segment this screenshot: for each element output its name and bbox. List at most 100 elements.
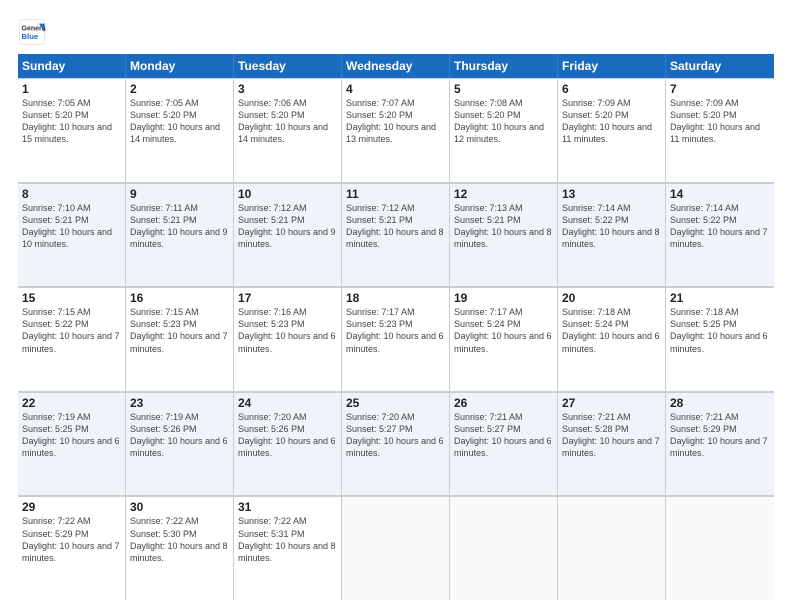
header-day-monday: Monday [126,54,234,78]
day-number: 19 [454,291,553,305]
day-number: 14 [670,187,770,201]
calendar-cell: 16Sunrise: 7:15 AM Sunset: 5:23 PM Dayli… [126,287,234,391]
cell-content: Sunrise: 7:21 AM Sunset: 5:28 PM Dayligh… [562,411,661,460]
day-number: 22 [22,396,121,410]
calendar-cell [558,496,666,600]
calendar-cell: 9Sunrise: 7:11 AM Sunset: 5:21 PM Daylig… [126,183,234,287]
day-number: 21 [670,291,770,305]
day-number: 3 [238,82,337,96]
cell-content: Sunrise: 7:08 AM Sunset: 5:20 PM Dayligh… [454,97,553,146]
day-number: 16 [130,291,229,305]
logo: General Blue [18,18,50,46]
calendar-cell: 5Sunrise: 7:08 AM Sunset: 5:20 PM Daylig… [450,78,558,182]
cell-content: Sunrise: 7:11 AM Sunset: 5:21 PM Dayligh… [130,202,229,251]
calendar-cell: 12Sunrise: 7:13 AM Sunset: 5:21 PM Dayli… [450,183,558,287]
calendar-cell: 21Sunrise: 7:18 AM Sunset: 5:25 PM Dayli… [666,287,774,391]
day-number: 18 [346,291,445,305]
calendar-cell: 18Sunrise: 7:17 AM Sunset: 5:23 PM Dayli… [342,287,450,391]
day-number: 31 [238,500,337,514]
calendar-cell: 20Sunrise: 7:18 AM Sunset: 5:24 PM Dayli… [558,287,666,391]
logo-icon: General Blue [18,18,46,46]
day-number: 27 [562,396,661,410]
day-number: 10 [238,187,337,201]
calendar-cell: 7Sunrise: 7:09 AM Sunset: 5:20 PM Daylig… [666,78,774,182]
cell-content: Sunrise: 7:22 AM Sunset: 5:29 PM Dayligh… [22,515,121,564]
calendar-cell [450,496,558,600]
day-number: 12 [454,187,553,201]
cell-content: Sunrise: 7:18 AM Sunset: 5:24 PM Dayligh… [562,306,661,355]
day-number: 17 [238,291,337,305]
day-number: 23 [130,396,229,410]
cell-content: Sunrise: 7:12 AM Sunset: 5:21 PM Dayligh… [238,202,337,251]
day-number: 25 [346,396,445,410]
calendar-cell [666,496,774,600]
calendar-cell: 22Sunrise: 7:19 AM Sunset: 5:25 PM Dayli… [18,392,126,496]
header-day-sunday: Sunday [18,54,126,78]
calendar-week-3: 15Sunrise: 7:15 AM Sunset: 5:22 PM Dayli… [18,287,774,392]
calendar-cell: 10Sunrise: 7:12 AM Sunset: 5:21 PM Dayli… [234,183,342,287]
calendar-cell: 27Sunrise: 7:21 AM Sunset: 5:28 PM Dayli… [558,392,666,496]
cell-content: Sunrise: 7:14 AM Sunset: 5:22 PM Dayligh… [670,202,770,251]
cell-content: Sunrise: 7:19 AM Sunset: 5:25 PM Dayligh… [22,411,121,460]
cell-content: Sunrise: 7:16 AM Sunset: 5:23 PM Dayligh… [238,306,337,355]
calendar-cell: 4Sunrise: 7:07 AM Sunset: 5:20 PM Daylig… [342,78,450,182]
cell-content: Sunrise: 7:09 AM Sunset: 5:20 PM Dayligh… [670,97,770,146]
calendar-cell: 23Sunrise: 7:19 AM Sunset: 5:26 PM Dayli… [126,392,234,496]
calendar-cell [342,496,450,600]
header-day-tuesday: Tuesday [234,54,342,78]
cell-content: Sunrise: 7:05 AM Sunset: 5:20 PM Dayligh… [130,97,229,146]
day-number: 30 [130,500,229,514]
calendar-week-2: 8Sunrise: 7:10 AM Sunset: 5:21 PM Daylig… [18,183,774,288]
calendar-cell: 14Sunrise: 7:14 AM Sunset: 5:22 PM Dayli… [666,183,774,287]
calendar-cell: 26Sunrise: 7:21 AM Sunset: 5:27 PM Dayli… [450,392,558,496]
calendar-cell: 29Sunrise: 7:22 AM Sunset: 5:29 PM Dayli… [18,496,126,600]
calendar-cell: 28Sunrise: 7:21 AM Sunset: 5:29 PM Dayli… [666,392,774,496]
calendar-cell: 25Sunrise: 7:20 AM Sunset: 5:27 PM Dayli… [342,392,450,496]
day-number: 26 [454,396,553,410]
day-number: 4 [346,82,445,96]
cell-content: Sunrise: 7:17 AM Sunset: 5:23 PM Dayligh… [346,306,445,355]
cell-content: Sunrise: 7:05 AM Sunset: 5:20 PM Dayligh… [22,97,121,146]
day-number: 2 [130,82,229,96]
header-day-friday: Friday [558,54,666,78]
calendar-cell: 31Sunrise: 7:22 AM Sunset: 5:31 PM Dayli… [234,496,342,600]
day-number: 11 [346,187,445,201]
calendar-week-1: 1Sunrise: 7:05 AM Sunset: 5:20 PM Daylig… [18,78,774,183]
day-number: 28 [670,396,770,410]
cell-content: Sunrise: 7:22 AM Sunset: 5:31 PM Dayligh… [238,515,337,564]
calendar-cell: 24Sunrise: 7:20 AM Sunset: 5:26 PM Dayli… [234,392,342,496]
cell-content: Sunrise: 7:07 AM Sunset: 5:20 PM Dayligh… [346,97,445,146]
header-day-wednesday: Wednesday [342,54,450,78]
calendar-cell: 30Sunrise: 7:22 AM Sunset: 5:30 PM Dayli… [126,496,234,600]
cell-content: Sunrise: 7:13 AM Sunset: 5:21 PM Dayligh… [454,202,553,251]
day-number: 1 [22,82,121,96]
header: General Blue [18,18,774,46]
day-number: 8 [22,187,121,201]
cell-content: Sunrise: 7:09 AM Sunset: 5:20 PM Dayligh… [562,97,661,146]
calendar-cell: 1Sunrise: 7:05 AM Sunset: 5:20 PM Daylig… [18,78,126,182]
calendar-cell: 3Sunrise: 7:06 AM Sunset: 5:20 PM Daylig… [234,78,342,182]
calendar-cell: 15Sunrise: 7:15 AM Sunset: 5:22 PM Dayli… [18,287,126,391]
header-day-saturday: Saturday [666,54,774,78]
page: General Blue SundayMondayTuesdayWednesda… [0,0,792,612]
day-number: 9 [130,187,229,201]
day-number: 7 [670,82,770,96]
cell-content: Sunrise: 7:17 AM Sunset: 5:24 PM Dayligh… [454,306,553,355]
calendar-cell: 11Sunrise: 7:12 AM Sunset: 5:21 PM Dayli… [342,183,450,287]
cell-content: Sunrise: 7:15 AM Sunset: 5:23 PM Dayligh… [130,306,229,355]
calendar-body: 1Sunrise: 7:05 AM Sunset: 5:20 PM Daylig… [18,78,774,600]
day-number: 13 [562,187,661,201]
header-day-thursday: Thursday [450,54,558,78]
svg-text:Blue: Blue [22,32,39,41]
day-number: 6 [562,82,661,96]
calendar-cell: 8Sunrise: 7:10 AM Sunset: 5:21 PM Daylig… [18,183,126,287]
calendar-cell: 13Sunrise: 7:14 AM Sunset: 5:22 PM Dayli… [558,183,666,287]
cell-content: Sunrise: 7:14 AM Sunset: 5:22 PM Dayligh… [562,202,661,251]
day-number: 5 [454,82,553,96]
cell-content: Sunrise: 7:21 AM Sunset: 5:27 PM Dayligh… [454,411,553,460]
cell-content: Sunrise: 7:20 AM Sunset: 5:27 PM Dayligh… [346,411,445,460]
cell-content: Sunrise: 7:12 AM Sunset: 5:21 PM Dayligh… [346,202,445,251]
day-number: 20 [562,291,661,305]
cell-content: Sunrise: 7:19 AM Sunset: 5:26 PM Dayligh… [130,411,229,460]
calendar-cell: 6Sunrise: 7:09 AM Sunset: 5:20 PM Daylig… [558,78,666,182]
